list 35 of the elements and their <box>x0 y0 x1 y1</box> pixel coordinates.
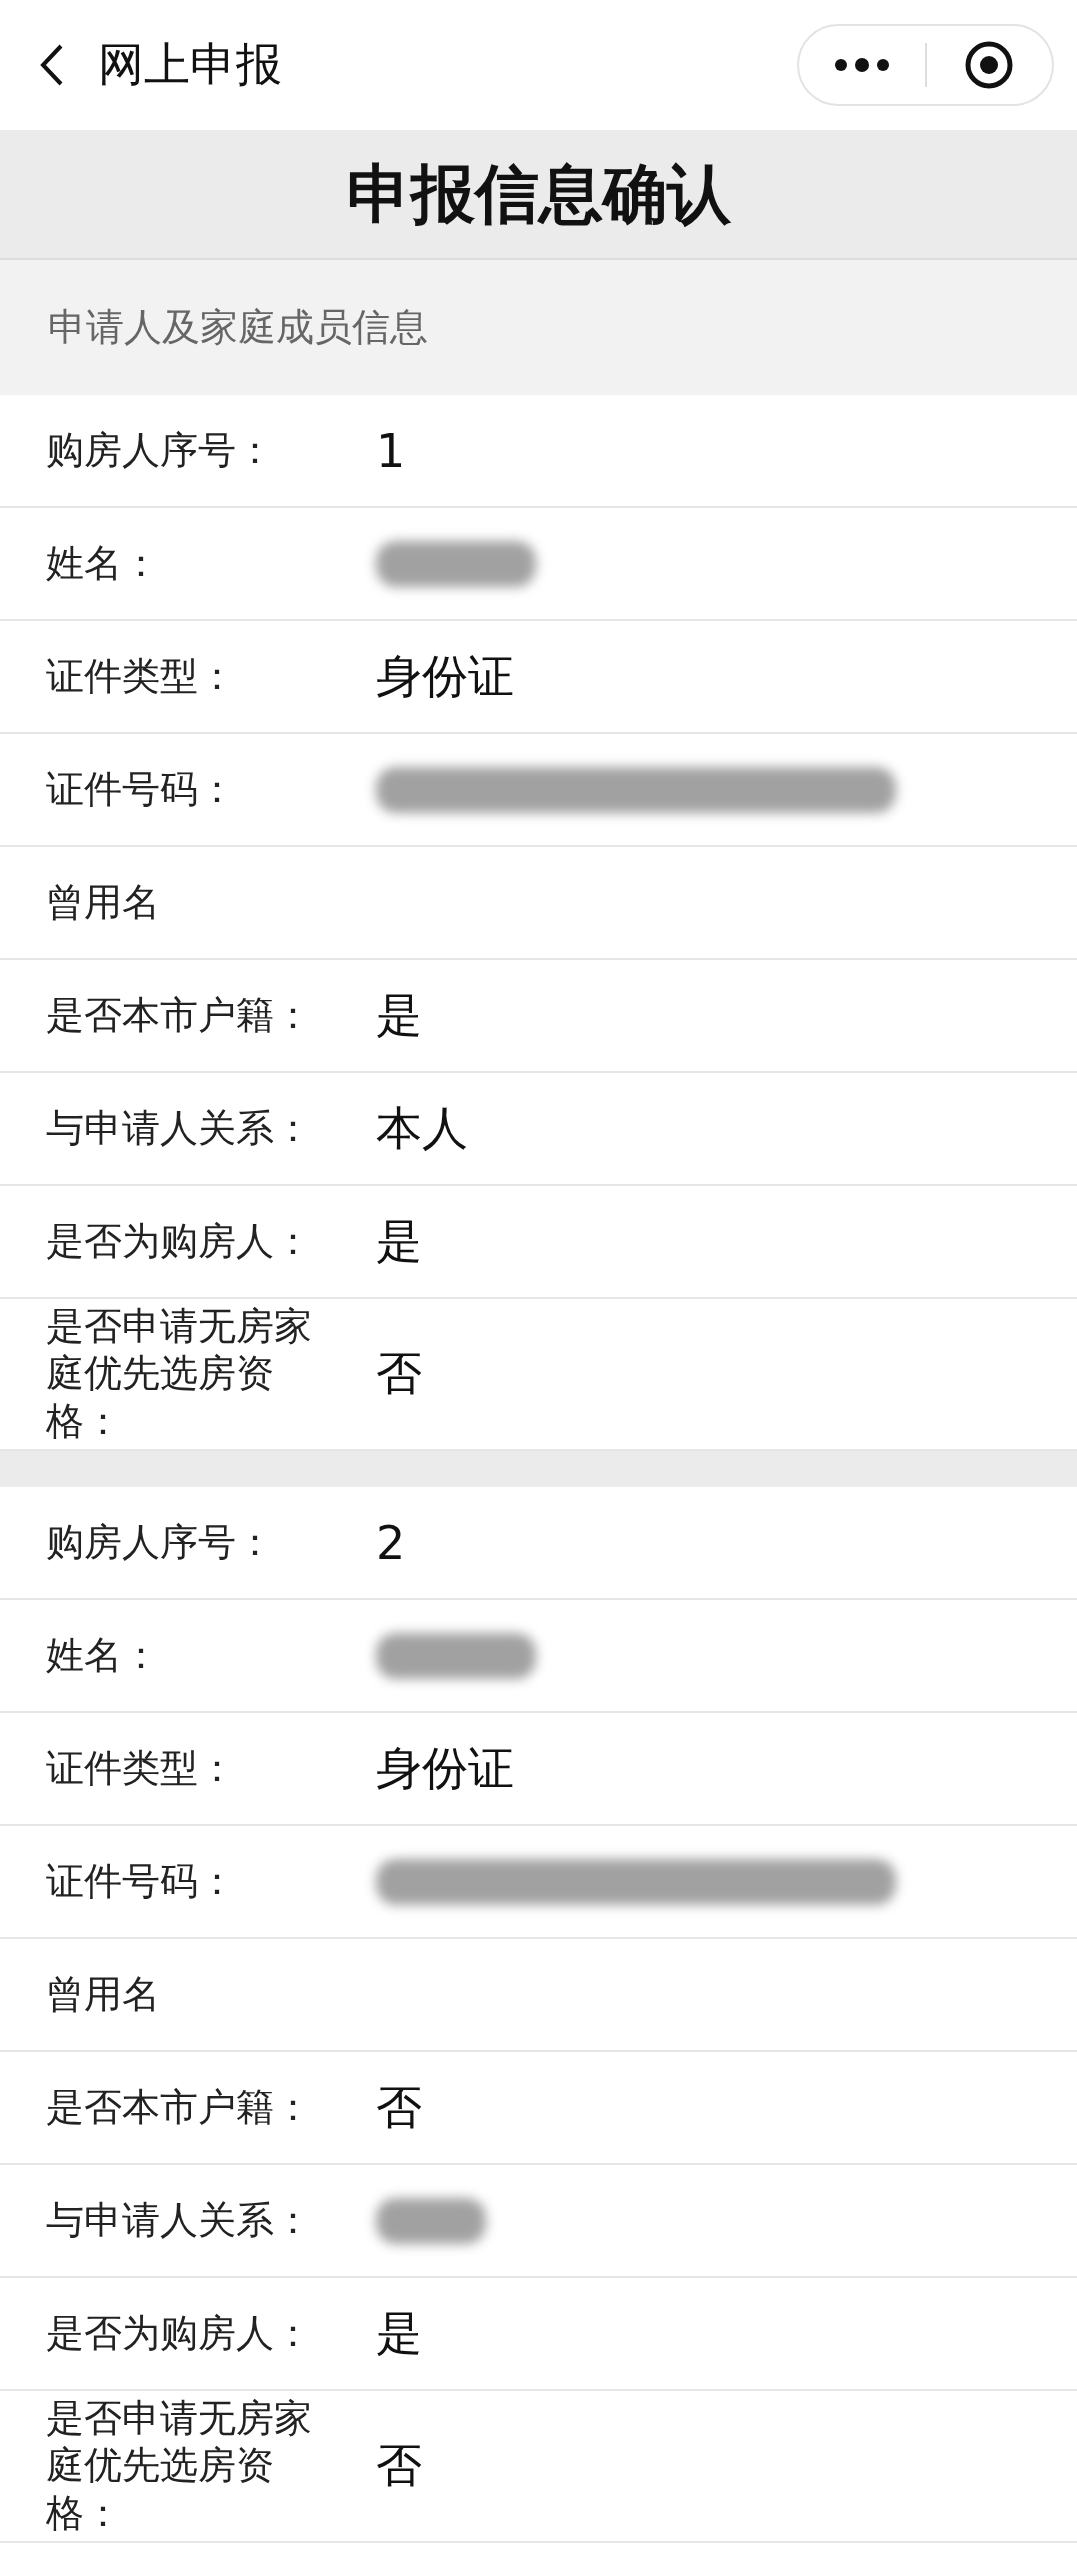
page-title: 申报信息确认 <box>346 155 731 233</box>
field-label: 与申请人关系： <box>46 2196 313 2244</box>
field-value: 是 <box>376 2304 422 2362</box>
field-label: 是否本市户籍： <box>46 991 313 1039</box>
field-label: 是否为购房人： <box>46 1217 313 1265</box>
field-value: 1 <box>376 423 406 478</box>
back-icon[interactable] <box>40 43 64 87</box>
close-target-icon[interactable] <box>964 40 1015 90</box>
field-value: 本人 <box>376 1099 468 1157</box>
field-value: 否 <box>376 2078 422 2136</box>
field-label: 曾用名 <box>46 1970 161 2018</box>
field-label: 是否申请无房家庭优先选房资格： <box>46 1302 313 1445</box>
field-label: 证件类型： <box>46 652 237 700</box>
field-label: 与申请人关系： <box>46 1104 313 1152</box>
section-title: 申请人及家庭成员信息 <box>48 304 428 351</box>
field-label: 是否申请无房家庭优先选房资格： <box>46 2394 313 2537</box>
nav-title: 网上申报 <box>98 36 283 93</box>
field-label: 证件号码： <box>46 1857 237 1905</box>
field-label: 是否为购房人： <box>46 2309 313 2357</box>
field-value: 身份证 <box>376 1739 514 1797</box>
field-value: 是 <box>376 986 422 1044</box>
field-label: 购房人序号： <box>46 426 275 474</box>
field-value: 2 <box>376 1515 406 1570</box>
field-label: 购房人序号： <box>46 1518 275 1566</box>
field-label: 是否本市户籍： <box>46 2083 313 2131</box>
field-value: 否 <box>376 1345 422 1402</box>
field-value: 身份证 <box>376 647 514 705</box>
field-value: 是 <box>376 1212 422 1270</box>
field-label: 证件类型： <box>46 1744 237 1792</box>
more-icon[interactable] <box>833 58 890 72</box>
field-label: 曾用名 <box>46 878 161 926</box>
field-label: 证件号码： <box>46 765 237 813</box>
field-label: 姓名： <box>46 539 161 587</box>
field-value: 否 <box>376 2437 422 2494</box>
field-label: 姓名： <box>46 1631 161 1679</box>
